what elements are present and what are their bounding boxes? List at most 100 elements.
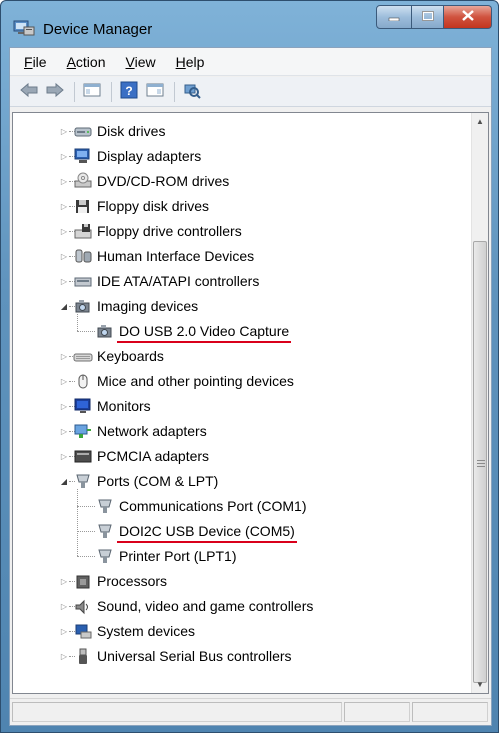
tree-device-item[interactable]: Communications Port (COM1) xyxy=(95,494,307,518)
title-bar[interactable]: Device Manager xyxy=(1,1,498,47)
expand-icon[interactable]: ▷ xyxy=(59,576,69,586)
scroll-down-button[interactable]: ▼ xyxy=(472,676,488,693)
ide-controller-icon xyxy=(73,272,93,290)
collapse-icon[interactable]: ◢ xyxy=(59,301,69,311)
expand-icon[interactable]: ▷ xyxy=(59,201,69,211)
toolbar: ? xyxy=(10,77,491,107)
tree-device-item[interactable]: DO USB 2.0 Video Capture xyxy=(95,319,289,343)
expand-icon[interactable]: ▷ xyxy=(59,451,69,461)
console-tree-button[interactable] xyxy=(81,81,103,103)
network-adapter-icon xyxy=(73,422,93,440)
scan-hardware-button[interactable] xyxy=(181,81,203,103)
tree-category-item[interactable]: ▷ IDE ATA/ATAPI controllers xyxy=(59,269,259,293)
menu-view[interactable]: View xyxy=(116,51,166,73)
tree-item-label: Sound, video and game controllers xyxy=(97,598,314,614)
client-area: File Action View Help ? ▲ ▼ ▷ Disk drive… xyxy=(9,47,492,726)
toolbar-separator xyxy=(174,81,175,102)
keyboard-icon xyxy=(73,347,93,365)
tree-category-item[interactable]: ▷ Processors xyxy=(59,569,167,593)
tree-item-label: Disk drives xyxy=(97,123,166,139)
expand-icon[interactable]: ▷ xyxy=(59,401,69,411)
svg-text:?: ? xyxy=(125,84,132,98)
menu-help[interactable]: Help xyxy=(166,51,215,73)
tree-category-item[interactable]: ▷ PCMCIA adapters xyxy=(59,444,209,468)
tree-category-item[interactable]: ◢ Ports (COM & LPT) xyxy=(59,469,218,493)
minimize-button[interactable] xyxy=(376,5,412,29)
expand-icon[interactable]: ▷ xyxy=(59,376,69,386)
floppy-controller-icon xyxy=(73,222,93,240)
expand-icon[interactable]: ▷ xyxy=(59,176,69,186)
scroll-up-button[interactable]: ▲ xyxy=(472,113,488,130)
expand-icon[interactable]: ▷ xyxy=(59,651,69,661)
tree-item-label: System devices xyxy=(97,623,196,639)
highlight-underline xyxy=(117,341,291,343)
caption-buttons xyxy=(376,5,492,29)
forward-button[interactable] xyxy=(44,81,66,103)
expand-icon[interactable]: ▷ xyxy=(59,351,69,361)
expand-icon[interactable]: ▷ xyxy=(59,151,69,161)
expand-icon[interactable]: ▷ xyxy=(59,626,69,636)
expand-icon[interactable]: ▷ xyxy=(59,226,69,236)
minimize-icon xyxy=(388,10,400,24)
status-cell-2 xyxy=(344,702,410,722)
scrollbar-thumb[interactable] xyxy=(473,241,487,683)
camera-icon xyxy=(73,297,93,315)
tree-category-item[interactable]: ▷ Monitors xyxy=(59,394,151,418)
tree-category-item[interactable]: ▷ Floppy drive controllers xyxy=(59,219,242,243)
tree-item-label: Imaging devices xyxy=(97,298,199,314)
tree-item-label: Floppy drive controllers xyxy=(97,223,242,239)
toolbar-separator xyxy=(74,81,75,102)
tree-category-item[interactable]: ▷ Floppy disk drives xyxy=(59,194,209,218)
maximize-button[interactable] xyxy=(412,5,444,29)
display-adapter-icon xyxy=(73,147,93,165)
tree-category-item[interactable]: ▷ DVD/CD-ROM drives xyxy=(59,169,229,193)
tree-item-label: DO USB 2.0 Video Capture xyxy=(119,323,290,339)
expand-icon[interactable]: ▷ xyxy=(59,251,69,261)
tree-category-item[interactable]: ▷ Network adapters xyxy=(59,419,207,443)
expand-icon[interactable]: ▷ xyxy=(59,126,69,136)
menu-file[interactable]: File xyxy=(14,51,57,73)
back-icon xyxy=(19,82,39,101)
tree-item-label: Processors xyxy=(97,573,168,589)
action-pane-button[interactable] xyxy=(144,81,166,103)
close-button[interactable] xyxy=(444,5,492,29)
tree-device-item[interactable]: Printer Port (LPT1) xyxy=(95,544,236,568)
mouse-icon xyxy=(73,372,93,390)
tree-item-label: Ports (COM & LPT) xyxy=(97,473,219,489)
tree-category-item[interactable]: ◢ Imaging devices xyxy=(59,294,198,318)
tree-category-item[interactable]: ▷ Human Interface Devices xyxy=(59,244,254,268)
tree-item-label: Keyboards xyxy=(97,348,164,364)
system-devices-icon xyxy=(73,622,93,640)
tree-item-label: Mice and other pointing devices xyxy=(97,373,294,389)
tree-item-label: Display adapters xyxy=(97,148,202,164)
tree-category-item[interactable]: ▷ Disk drives xyxy=(59,119,166,143)
close-icon xyxy=(461,10,474,24)
usb-icon xyxy=(73,647,93,665)
help-button[interactable]: ? xyxy=(118,81,140,103)
tree-category-item[interactable]: ▷ Keyboards xyxy=(59,344,164,368)
expand-icon[interactable]: ▷ xyxy=(59,276,69,286)
port-icon xyxy=(95,547,115,565)
device-tree[interactable]: ▲ ▼ ▷ Disk drives ▷ Display adapters ▷ DVD/CD… xyxy=(12,112,489,694)
scroll-down-icon: ▼ xyxy=(476,680,484,689)
expand-icon[interactable]: ▷ xyxy=(59,601,69,611)
toolbar-separator xyxy=(111,81,112,102)
port-icon xyxy=(95,522,115,540)
collapse-icon[interactable]: ◢ xyxy=(59,476,69,486)
tree-item-label: Printer Port (LPT1) xyxy=(119,548,237,564)
tree-category-item[interactable]: ▷ Display adapters xyxy=(59,144,201,168)
camera-icon xyxy=(95,322,115,340)
tree-category-item[interactable]: ▷ Mice and other pointing devices xyxy=(59,369,294,393)
tree-category-item[interactable]: ▷ Universal Serial Bus controllers xyxy=(59,644,292,668)
tree-category-item[interactable]: ▷ System devices xyxy=(59,619,195,643)
back-button[interactable] xyxy=(18,81,40,103)
tree-category-item[interactable]: ▷ Sound, video and game controllers xyxy=(59,594,313,618)
tree-item-label: Monitors xyxy=(97,398,151,414)
tree-item-label: Network adapters xyxy=(97,423,207,439)
menu-action[interactable]: Action xyxy=(57,51,116,73)
highlight-underline xyxy=(117,541,297,543)
vertical-scrollbar[interactable]: ▲ ▼ xyxy=(471,113,488,693)
tree-item-label: Human Interface Devices xyxy=(97,248,255,264)
expand-icon[interactable]: ▷ xyxy=(59,426,69,436)
tree-device-item[interactable]: DOI2C USB Device (COM5) xyxy=(95,519,295,543)
